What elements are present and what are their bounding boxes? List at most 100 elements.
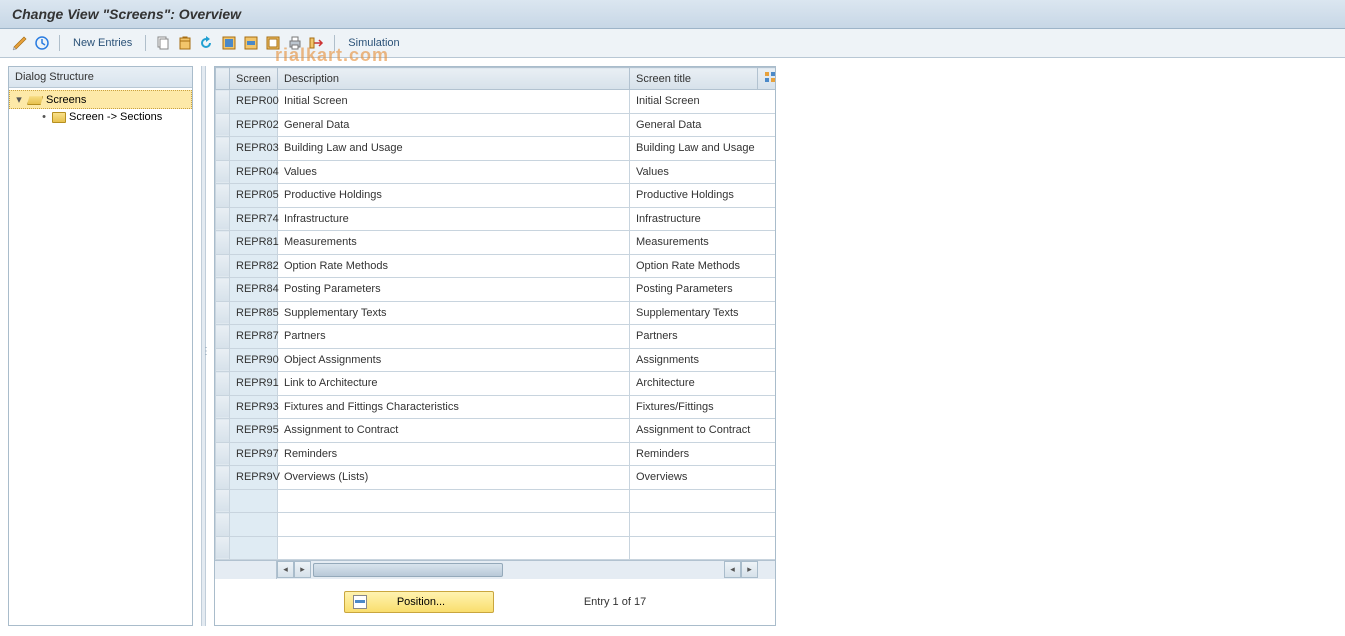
cell-description[interactable] — [278, 489, 630, 513]
cell-description[interactable]: Link to Architecture — [278, 372, 630, 396]
other-entry-icon[interactable] — [34, 35, 50, 51]
deselect-all-icon[interactable] — [265, 35, 281, 51]
cell-screen-title[interactable]: Option Rate Methods — [630, 254, 776, 278]
cell-screen-title[interactable]: Assignment to Contract — [630, 419, 776, 443]
cell-screen-title[interactable] — [630, 513, 776, 537]
cell-screen[interactable]: REPR9V — [230, 466, 278, 490]
cell-description[interactable]: Supplementary Texts — [278, 301, 630, 325]
row-selector[interactable] — [216, 231, 230, 255]
tree-item-screen-sections[interactable]: • Screen -> Sections — [9, 109, 192, 125]
cell-screen-title[interactable] — [630, 536, 776, 560]
position-button[interactable]: Position... — [344, 591, 494, 613]
cell-description[interactable]: Measurements — [278, 231, 630, 255]
row-selector[interactable] — [216, 207, 230, 231]
cell-description[interactable]: Infrastructure — [278, 207, 630, 231]
cell-description[interactable]: Partners — [278, 325, 630, 349]
cell-screen[interactable]: REPR95 — [230, 419, 278, 443]
cell-screen-title[interactable]: Initial Screen — [630, 90, 776, 114]
cell-description[interactable]: General Data — [278, 113, 630, 137]
row-selector[interactable] — [216, 254, 230, 278]
row-selector[interactable] — [216, 278, 230, 302]
simulation-button[interactable]: Simulation — [344, 37, 403, 49]
row-selector[interactable] — [216, 536, 230, 560]
undo-icon[interactable] — [199, 35, 215, 51]
table-row[interactable]: REPR85Supplementary TextsSupplementary T… — [216, 301, 776, 325]
cell-screen[interactable]: REPR02 — [230, 113, 278, 137]
table-row[interactable]: REPR82Option Rate MethodsOption Rate Met… — [216, 254, 776, 278]
tree-item-screens[interactable]: ▾ Screens — [9, 90, 192, 109]
row-selector[interactable] — [216, 113, 230, 137]
table-row-empty[interactable] — [216, 513, 776, 537]
row-selector-header[interactable] — [216, 68, 230, 90]
table-row[interactable]: REPR95Assignment to ContractAssignment t… — [216, 419, 776, 443]
cell-screen[interactable]: REPR91 — [230, 372, 278, 396]
cell-screen[interactable]: REPR81 — [230, 231, 278, 255]
new-entries-button[interactable]: New Entries — [69, 37, 136, 49]
cell-screen[interactable]: REPR87 — [230, 325, 278, 349]
row-selector[interactable] — [216, 301, 230, 325]
cell-screen-title[interactable]: Architecture — [630, 372, 776, 396]
table-row[interactable]: REPR90Object AssignmentsAssignments — [216, 348, 776, 372]
select-block-icon[interactable] — [243, 35, 259, 51]
cell-screen[interactable]: REPR82 — [230, 254, 278, 278]
cell-screen-title[interactable]: Partners — [630, 325, 776, 349]
cell-screen[interactable]: REPR04 — [230, 160, 278, 184]
cell-screen-title[interactable]: Supplementary Texts — [630, 301, 776, 325]
table-row[interactable]: REPR97RemindersReminders — [216, 442, 776, 466]
cell-description[interactable]: Overviews (Lists) — [278, 466, 630, 490]
row-selector[interactable] — [216, 372, 230, 396]
hscroll-thumb[interactable] — [313, 563, 503, 577]
cell-screen-title[interactable]: Values — [630, 160, 776, 184]
table-row[interactable]: REPR02General DataGeneral Data — [216, 113, 776, 137]
cell-description[interactable]: Reminders — [278, 442, 630, 466]
table-row-empty[interactable] — [216, 489, 776, 513]
scroll-left-fast-icon[interactable]: ▸ — [294, 561, 311, 578]
row-selector[interactable] — [216, 513, 230, 537]
cell-description[interactable] — [278, 536, 630, 560]
cell-screen-title[interactable]: Measurements — [630, 231, 776, 255]
cell-screen[interactable]: REPR84 — [230, 278, 278, 302]
row-selector[interactable] — [216, 348, 230, 372]
cell-description[interactable]: Assignment to Contract — [278, 419, 630, 443]
delete-icon[interactable] — [177, 35, 193, 51]
scroll-left-icon[interactable]: ◂ — [277, 561, 294, 578]
cell-description[interactable]: Productive Holdings — [278, 184, 630, 208]
cell-screen-title[interactable]: Posting Parameters — [630, 278, 776, 302]
panel-splitter[interactable] — [201, 66, 206, 626]
row-selector[interactable] — [216, 489, 230, 513]
cell-description[interactable] — [278, 513, 630, 537]
cell-screen[interactable]: REPR00 — [230, 90, 278, 114]
cell-screen-title[interactable]: Building Law and Usage — [630, 137, 776, 161]
row-selector[interactable] — [216, 137, 230, 161]
col-header-screen[interactable]: Screen — [230, 68, 278, 90]
row-selector[interactable] — [216, 90, 230, 114]
cell-screen[interactable]: REPR85 — [230, 301, 278, 325]
table-row[interactable]: REPR04ValuesValues — [216, 160, 776, 184]
print-icon[interactable] — [287, 35, 303, 51]
cell-screen-title[interactable]: Overviews — [630, 466, 776, 490]
col-header-screen-title[interactable]: Screen title — [630, 68, 758, 90]
table-row[interactable]: REPR03Building Law and UsageBuilding Law… — [216, 137, 776, 161]
row-selector[interactable] — [216, 184, 230, 208]
horizontal-scrollbar[interactable]: ◂ ▸ ◂ ▸ — [215, 560, 775, 579]
cell-description[interactable]: Fixtures and Fittings Characteristics — [278, 395, 630, 419]
cell-screen[interactable] — [230, 513, 278, 537]
cell-screen[interactable]: REPR74 — [230, 207, 278, 231]
table-row[interactable]: REPR91Link to ArchitectureArchitecture — [216, 372, 776, 396]
table-row[interactable]: REPR74InfrastructureInfrastructure — [216, 207, 776, 231]
table-row[interactable]: REPR9VOverviews (Lists)Overviews — [216, 466, 776, 490]
cell-description[interactable]: Values — [278, 160, 630, 184]
table-row[interactable]: REPR84Posting ParametersPosting Paramete… — [216, 278, 776, 302]
row-selector[interactable] — [216, 442, 230, 466]
cell-screen[interactable]: REPR90 — [230, 348, 278, 372]
cell-description[interactable]: Initial Screen — [278, 90, 630, 114]
cell-screen-title[interactable]: Assignments — [630, 348, 776, 372]
toggle-display-change-icon[interactable] — [12, 35, 28, 51]
cell-description[interactable]: Option Rate Methods — [278, 254, 630, 278]
cell-screen[interactable]: REPR05 — [230, 184, 278, 208]
cell-screen-title[interactable]: Infrastructure — [630, 207, 776, 231]
table-row[interactable]: REPR93Fixtures and Fittings Characterist… — [216, 395, 776, 419]
cell-screen-title[interactable]: Reminders — [630, 442, 776, 466]
row-selector[interactable] — [216, 419, 230, 443]
cell-screen-title[interactable]: General Data — [630, 113, 776, 137]
